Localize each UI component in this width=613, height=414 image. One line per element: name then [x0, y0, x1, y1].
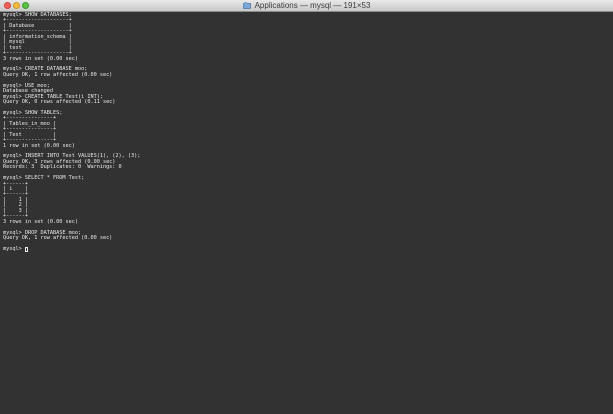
- text-cursor: [24, 247, 28, 253]
- terminal-prompt: mysql>: [3, 245, 25, 252]
- terminal-lines: mysql> SHOW DATABASES; +-----------------…: [3, 12, 613, 247]
- window-title-area: Applications — mysql — 191×53: [0, 0, 613, 12]
- folder-icon: [242, 2, 251, 9]
- terminal-prompt-line[interactable]: mysql>: [3, 245, 613, 253]
- terminal-window: Applications — mysql — 191×53 mysql> SHO…: [0, 0, 613, 414]
- window-title: Applications — mysql — 191×53: [254, 1, 371, 10]
- terminal-output[interactable]: mysql> SHOW DATABASES; +-----------------…: [0, 12, 613, 414]
- title-bar[interactable]: Applications — mysql — 191×53: [0, 0, 613, 12]
